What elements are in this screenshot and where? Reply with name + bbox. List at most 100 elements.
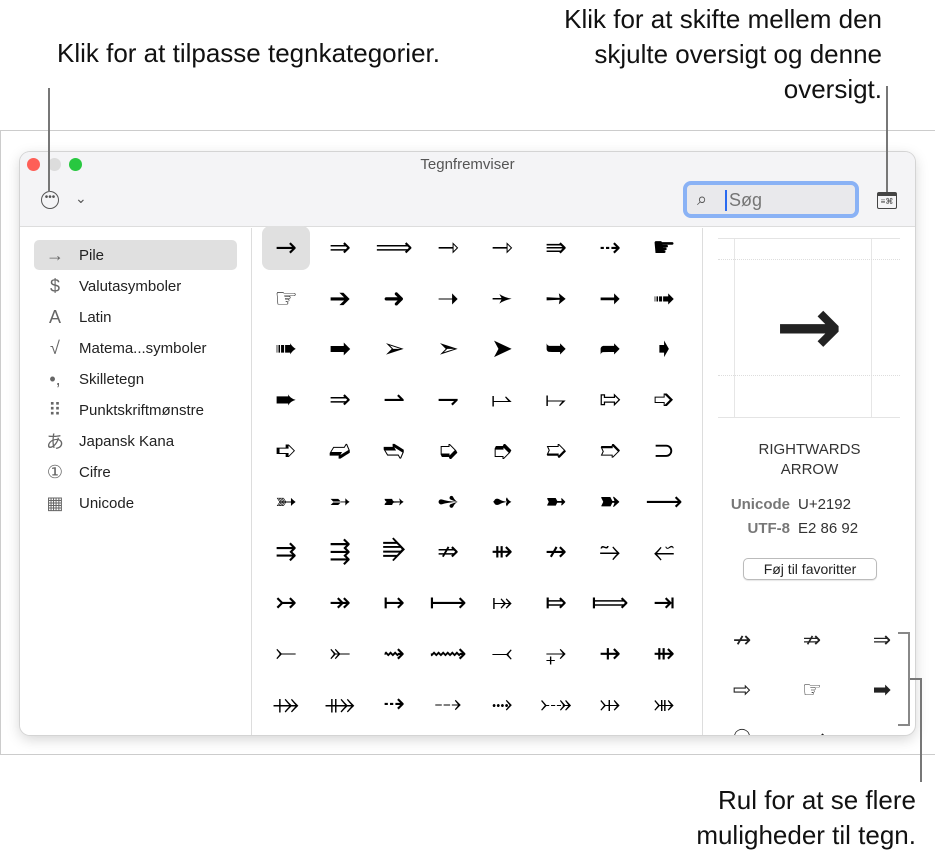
character-cell[interactable]: ➬: [370, 429, 418, 473]
character-cell[interactable]: ⟾: [586, 581, 634, 625]
sidebar-item-unicode[interactable]: ▦ Unicode: [34, 488, 237, 518]
character-cell[interactable]: ⥅: [532, 632, 580, 676]
sidebar-item-matema-symboler[interactable]: √ Matema...symboler: [34, 333, 237, 363]
character-cell[interactable]: ➼: [532, 480, 580, 524]
character-cell[interactable]: ⤑: [478, 682, 526, 726]
character-cell[interactable]: ⤀: [262, 682, 310, 726]
character-cell[interactable]: ➻: [478, 480, 526, 524]
character-cell[interactable]: ⟼: [424, 581, 472, 625]
character-cell[interactable]: ⤜: [316, 632, 364, 676]
sidebar-item-pile[interactable]: → Pile: [34, 240, 237, 270]
character-cell[interactable]: ↣: [262, 581, 310, 625]
character-cell[interactable]: ⭁: [640, 530, 688, 574]
character-cell[interactable]: ⤔: [586, 682, 634, 726]
character-cell[interactable]: ➸: [370, 480, 418, 524]
character-cell[interactable]: ➢: [370, 327, 418, 371]
related-character[interactable]: ➡: [862, 670, 902, 710]
character-cell[interactable]: ➤: [478, 327, 526, 371]
character-cell[interactable]: ⇾: [478, 226, 526, 270]
character-cell[interactable]: ➩: [640, 378, 688, 422]
character-cell[interactable]: ⇢: [586, 226, 634, 270]
related-character[interactable]: ☞: [792, 670, 832, 710]
character-cell[interactable]: ⇻: [640, 632, 688, 676]
character-cell[interactable]: ➭: [424, 429, 472, 473]
character-cell[interactable]: ⇁: [424, 378, 472, 422]
character-cell[interactable]: ➪: [262, 429, 310, 473]
character-cell[interactable]: ➵: [316, 480, 364, 524]
character-cell[interactable]: ➠: [262, 327, 310, 371]
character-cell[interactable]: →: [262, 226, 310, 270]
search-input[interactable]: [729, 188, 849, 212]
character-cell[interactable]: ➽: [586, 480, 634, 524]
related-character[interactable]: ↛: [722, 620, 762, 660]
character-cell[interactable]: ➙: [532, 277, 580, 321]
character-cell[interactable]: ↠: [316, 581, 364, 625]
character-cell[interactable]: ➫: [316, 429, 364, 473]
character-cell[interactable]: ↛: [532, 530, 580, 574]
character-cell[interactable]: ⭆: [370, 530, 418, 574]
sidebar-item-japansk-kana[interactable]: あ Japansk Kana: [34, 426, 237, 456]
character-cell[interactable]: ⟿: [424, 632, 472, 676]
character-cell[interactable]: ↦: [370, 581, 418, 625]
character-cell[interactable]: ⇻: [478, 530, 526, 574]
character-cell[interactable]: ⇀: [370, 378, 418, 422]
character-cell[interactable]: ⤇: [532, 581, 580, 625]
character-cell[interactable]: ➨: [262, 378, 310, 422]
character-cell[interactable]: ⇏: [424, 530, 472, 574]
sidebar-item-valutasymboler[interactable]: $ Valutasymboler: [34, 271, 237, 301]
character-cell[interactable]: ➜: [370, 277, 418, 321]
character-grid[interactable]: → ⇒ ⟹ ⇾ ⇾ ⇛ ⇢ ☛ ☞ ➔ ➜ ➝ ➛ ➙ ➞ ➟ ➠ ➡ ➢ ➣ ➤ ➥ ➦ ➧ ➨ ⇒ ⇀ ⇁ ⥛ ⥟ ⇰ ➩ ➪ ➫ ➬ ➭ ➮ ➯ ➱ ⊃…: [253, 226, 703, 735]
character-cell[interactable]: ⤅: [478, 581, 526, 625]
sidebar-item-punktskriftmønstre[interactable]: ⠿ Punktskriftmønstre: [34, 395, 237, 425]
character-cell[interactable]: ⇥: [640, 581, 688, 625]
sidebar-item-latin[interactable]: A Latin: [34, 302, 237, 332]
character-cell[interactable]: ⥲: [586, 530, 634, 574]
search-field[interactable]: ⌕: [683, 181, 859, 218]
character-cell[interactable]: ⥟: [532, 378, 580, 422]
character-cell[interactable]: ➟: [640, 277, 688, 321]
character-cell[interactable]: ⇉: [262, 530, 310, 574]
character-cell[interactable]: ⤕: [640, 682, 688, 726]
related-character[interactable]: ⟶: [792, 718, 832, 736]
character-cell[interactable]: ➺: [424, 480, 472, 524]
character-cell[interactable]: ⇢: [370, 682, 418, 726]
character-cell[interactable]: ➡: [316, 327, 364, 371]
character-cell[interactable]: ⇰: [586, 378, 634, 422]
character-cell[interactable]: ⥛: [478, 378, 526, 422]
character-cell[interactable]: ➱: [586, 429, 634, 473]
related-character[interactable]: ⇏: [792, 620, 832, 660]
character-cell[interactable]: ⤁: [316, 682, 364, 726]
character-cell[interactable]: ⇝: [370, 632, 418, 676]
character-cell[interactable]: ⟶: [640, 480, 688, 524]
add-to-favorites-button[interactable]: Føj til favoritter: [743, 558, 877, 580]
character-cell[interactable]: ➣: [424, 327, 472, 371]
sidebar-item-skilletegn[interactable]: •, Skilletegn: [34, 364, 237, 394]
character-cell[interactable]: ⤐: [532, 682, 580, 726]
character-cell[interactable]: ➧: [640, 327, 688, 371]
character-cell[interactable]: ➮: [478, 429, 526, 473]
sidebar-item-cifre[interactable]: ① Cifre: [34, 457, 237, 487]
more-options-icon[interactable]: •••: [41, 191, 59, 209]
toggle-view-icon[interactable]: ≡⌘: [877, 192, 897, 209]
character-cell[interactable]: ➦: [586, 327, 634, 371]
character-cell[interactable]: ☞: [262, 277, 310, 321]
character-cell[interactable]: ⇒: [316, 226, 364, 270]
character-cell[interactable]: ⟹: [370, 226, 418, 270]
character-cell[interactable]: ⇶: [316, 530, 364, 574]
character-cell[interactable]: ⇸: [586, 632, 634, 676]
character-cell[interactable]: ➯: [532, 429, 580, 473]
character-cell[interactable]: ⤙: [478, 632, 526, 676]
character-cell[interactable]: ➛: [478, 277, 526, 321]
character-cell[interactable]: ➥: [532, 327, 580, 371]
character-cell[interactable]: ⇾: [424, 226, 472, 270]
character-cell[interactable]: ➔: [316, 277, 364, 321]
related-character[interactable]: ⇒: [862, 620, 902, 660]
related-character[interactable]: ⇨: [722, 670, 762, 710]
character-cell[interactable]: ⇛: [532, 226, 580, 270]
character-cell[interactable]: ☛: [640, 226, 688, 270]
related-character[interactable]: ☉: [722, 718, 762, 736]
character-cell[interactable]: ➞: [586, 277, 634, 321]
character-cell[interactable]: ⤚: [262, 632, 310, 676]
character-cell[interactable]: ⊃: [640, 429, 688, 473]
character-cell[interactable]: ⇒: [316, 378, 364, 422]
